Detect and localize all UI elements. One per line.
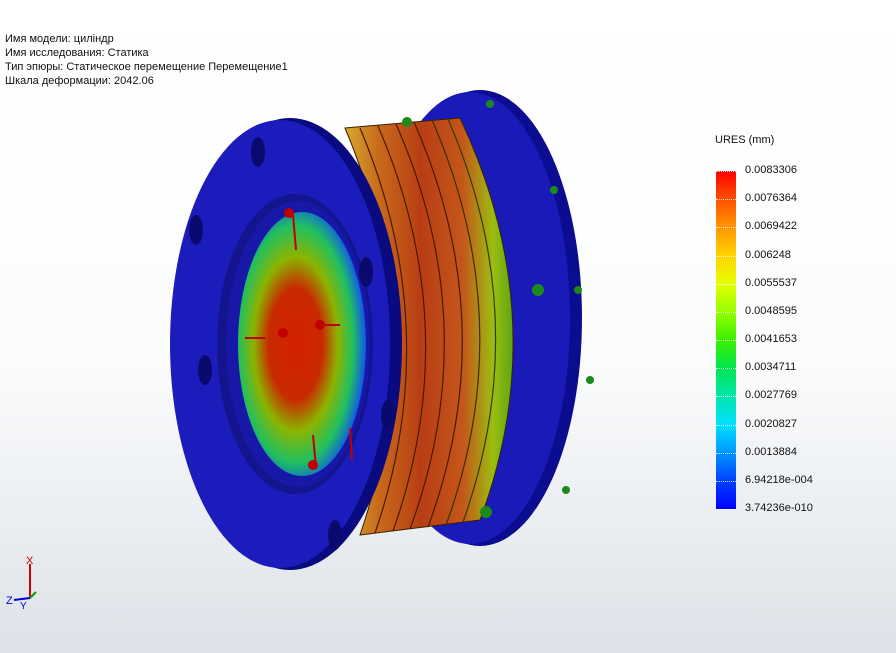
legend-tick — [716, 396, 736, 398]
legend-value-label: 0.006248 — [745, 248, 791, 261]
triad-x-label: X — [26, 555, 34, 567]
legend-tick — [716, 199, 736, 201]
legend-tick — [716, 171, 736, 172]
legend-value-label: 0.0076364 — [745, 192, 797, 205]
legend-value-label: 0.0041653 — [745, 333, 797, 345]
legend-tick — [716, 311, 736, 313]
front-flange — [170, 118, 402, 570]
legend-value-label: 0.0048595 — [745, 304, 797, 317]
orientation-triad: X Z Y — [6, 555, 37, 612]
triad-y-label: Y — [20, 601, 27, 612]
triad-z-label: Z — [6, 595, 13, 607]
legend-title: URES (mm) — [715, 134, 775, 146]
legend-value-label: 0.0069422 — [745, 220, 797, 233]
legend-tick — [716, 340, 736, 341]
legend-tick — [716, 227, 736, 229]
legend-tick — [716, 509, 736, 510]
legend-value-label: 6.94218e-004 — [745, 473, 813, 486]
legend-tick — [716, 283, 736, 285]
legend-value-label: 0.0027769 — [745, 389, 797, 402]
legend-tick — [716, 452, 736, 454]
legend-tick — [716, 480, 736, 482]
fea-model-view[interactable] — [0, 0, 896, 653]
legend-value-label: 0.0013884 — [745, 445, 797, 458]
legend-value-label: 0.0020827 — [745, 417, 797, 430]
legend-tick — [716, 255, 736, 257]
legend-value-label: 3.74236e-010 — [745, 502, 813, 514]
legend-value-label: 0.0034711 — [745, 361, 797, 374]
legend-value-label: 0.0055537 — [745, 276, 797, 289]
legend-tick — [716, 424, 736, 426]
legend-value-label: 0.0083306 — [745, 164, 797, 176]
legend-tick — [716, 368, 736, 370]
